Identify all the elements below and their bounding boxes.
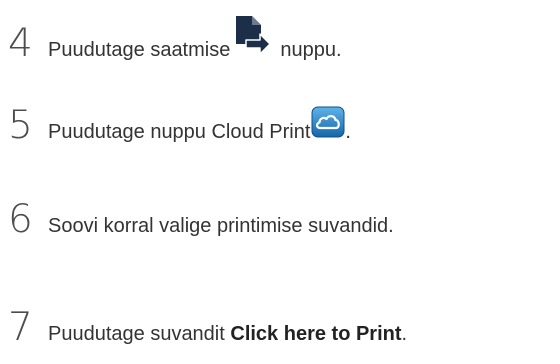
cloud-print-icon bbox=[311, 106, 345, 138]
step-text-after: . bbox=[345, 121, 351, 143]
step-number: 6 bbox=[8, 197, 33, 242]
step-number: 4 bbox=[8, 21, 33, 66]
step-text: Soovi korral valige printimise suvandid. bbox=[48, 215, 394, 237]
step-5: 5 Puudutage nuppu Cloud Print . bbox=[8, 106, 351, 145]
step-number: 7 bbox=[8, 305, 33, 350]
step-text: Puudutage saatmise bbox=[48, 39, 231, 61]
step-text-after: nuppu. bbox=[280, 39, 342, 61]
step-text: Puudutage nuppu Cloud Print bbox=[48, 121, 311, 143]
step-4: 4 Puudutage saatmise nuppu. bbox=[8, 14, 342, 63]
share-send-icon bbox=[234, 14, 272, 56]
step-text-bold: Click here to Print bbox=[230, 323, 402, 345]
instruction-page: 4 Puudutage saatmise nuppu. 5 Puudutage … bbox=[0, 0, 560, 364]
step-6: 6 Soovi korral valige printimise suvandi… bbox=[8, 200, 394, 239]
step-number: 5 bbox=[8, 103, 33, 148]
step-text-after: . bbox=[401, 323, 408, 345]
step-7: 7 Puudutage suvandit Click here to Print… bbox=[8, 308, 407, 347]
step-text: Puudutage suvandit bbox=[48, 323, 231, 345]
